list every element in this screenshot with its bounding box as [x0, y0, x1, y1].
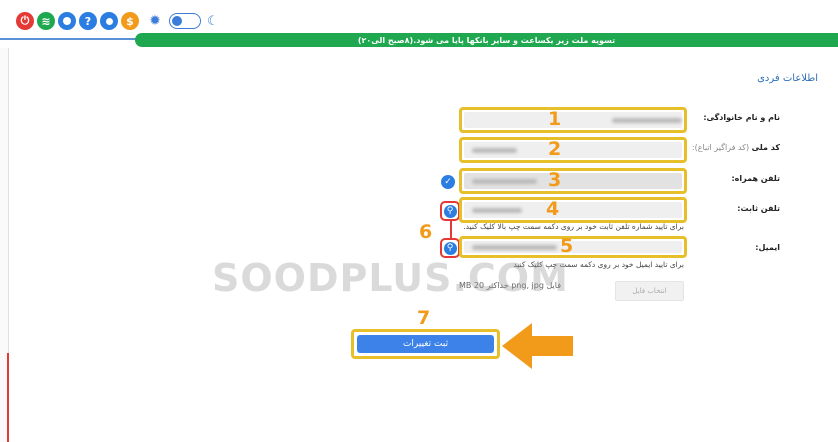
landline-field[interactable]	[459, 197, 687, 223]
landline-verify-button[interactable]: ⚲	[440, 201, 460, 221]
notification-icon[interactable]	[58, 12, 76, 30]
full-name-field[interactable]	[459, 107, 687, 133]
magnifier-icon: ⚲	[443, 204, 457, 218]
left-rail	[0, 48, 9, 442]
annotation-number-1: 1	[548, 108, 562, 130]
power-icon[interactable]: ⏻	[16, 12, 34, 30]
wallet-icon[interactable]: $	[121, 12, 139, 30]
magnifier-icon: ⚲	[443, 241, 457, 255]
sun-icon: ✹	[149, 13, 161, 29]
mobile-label: تلفن همراه:	[731, 174, 780, 183]
email-verify-button[interactable]: ⚲	[440, 238, 460, 258]
submit-highlight: ثبت تغییرات	[351, 329, 500, 359]
arrow-left-icon	[502, 323, 573, 369]
annotation-number-4: 4	[546, 198, 560, 220]
top-icon-bar: ⏻ ≋ ? $ ✹ ☾	[16, 11, 219, 31]
help-icon[interactable]: ?	[79, 12, 97, 30]
annotation-number-6: 6	[419, 221, 433, 243]
theme-toggle[interactable]	[169, 13, 201, 29]
choose-file-button[interactable]: انتخاب فایل	[615, 281, 684, 301]
annotation-number-7: 7	[417, 307, 431, 329]
annotation-number-2: 2	[548, 138, 562, 160]
watermark: SOODPLUS.COM	[212, 256, 569, 300]
header-divider	[0, 38, 140, 40]
settlement-banner: تسویه ملت زیر یکساعت و سایر بانکها پایا …	[135, 33, 838, 47]
verified-check-icon: ✓	[441, 175, 455, 189]
section-title: اطلاعات فردی	[757, 73, 818, 84]
moon-icon: ☾	[207, 13, 219, 29]
landline-label: تلفن ثابت:	[737, 204, 780, 213]
annotation-number-3: 3	[548, 169, 562, 191]
mobile-field	[459, 168, 687, 194]
annotation-number-5: 5	[560, 235, 574, 257]
save-changes-button[interactable]: ثبت تغییرات	[357, 335, 494, 353]
user-icon[interactable]	[100, 12, 118, 30]
email-label: ایمیل:	[755, 243, 780, 252]
national-code-field[interactable]	[459, 137, 687, 163]
landline-help-text: برای تایید شماره تلفن ثابت خود بر روی دک…	[463, 222, 684, 231]
full-name-label: نام و نام خانوادگی:	[703, 113, 780, 122]
national-code-label: کد ملی (کد فراگیر اتباع):	[691, 143, 780, 152]
wifi-icon[interactable]: ≋	[37, 12, 55, 30]
